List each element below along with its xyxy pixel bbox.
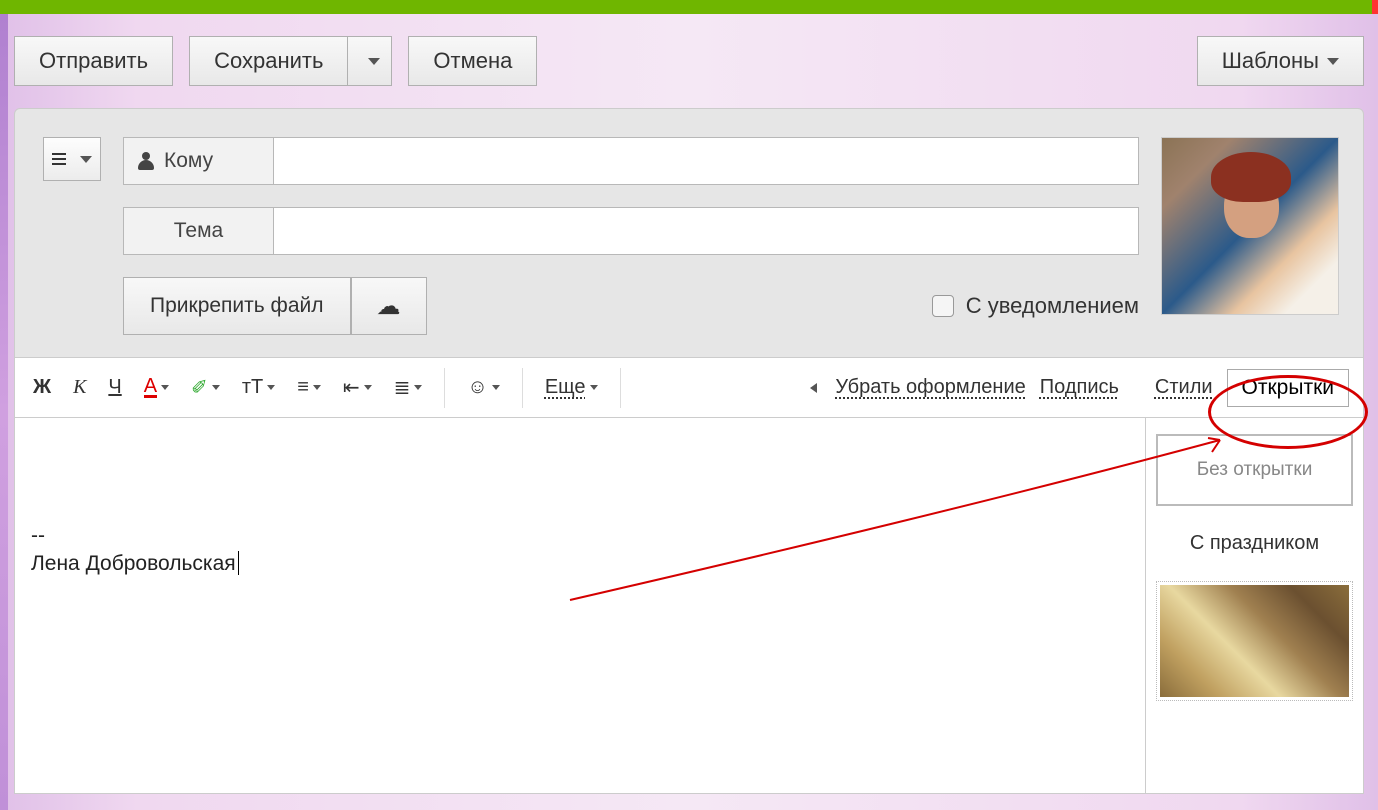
caret-down-icon	[492, 385, 500, 390]
attach-cloud-button[interactable]: ☁	[351, 277, 427, 335]
caret-down-icon	[368, 58, 380, 65]
compose-left-column	[43, 137, 101, 335]
toolbar-separator	[522, 368, 523, 408]
to-label[interactable]: Кому	[123, 137, 273, 185]
subject-label: Тема	[123, 207, 273, 255]
format-toolbar: Ж К Ч А ✐ тТ ≡ ⇤ ≣ ☺ Еще Убрать оформлен…	[14, 358, 1364, 418]
save-button-group: Сохранить	[189, 36, 392, 86]
postcard-panel: Без открытки С праздником	[1145, 418, 1363, 793]
postcard-category-label: С праздником	[1156, 524, 1353, 563]
send-button[interactable]: Отправить	[14, 36, 173, 86]
caret-down-icon	[212, 385, 220, 390]
bold-button[interactable]: Ж	[29, 372, 55, 403]
font-color-icon: А	[144, 377, 157, 398]
notify-wrap: С уведомлением	[932, 293, 1139, 319]
attach-row: Прикрепить файл ☁ С уведомлением	[123, 277, 1139, 335]
list-button[interactable]: ≣	[390, 371, 427, 404]
align-button[interactable]: ≡	[293, 372, 325, 403]
templates-label: Шаблоны	[1222, 48, 1319, 74]
sender-avatar[interactable]	[1161, 137, 1339, 315]
body-area: -- Лена Добровольская Без открытки С пра…	[14, 418, 1364, 794]
notify-label: С уведомлением	[966, 293, 1139, 319]
caret-down-icon	[1327, 58, 1339, 65]
to-label-text: Кому	[164, 149, 213, 173]
more-label: Еще	[545, 376, 586, 399]
text-cursor	[238, 551, 239, 575]
postcard-image	[1160, 585, 1349, 697]
caret-down-icon	[364, 385, 372, 390]
to-field-row: Кому	[123, 137, 1139, 185]
more-button[interactable]: Еще	[541, 372, 602, 403]
toolbar-separator	[620, 368, 621, 408]
caret-down-icon	[267, 385, 275, 390]
top-green-bar	[0, 0, 1378, 14]
underline-button[interactable]: Ч	[104, 372, 125, 403]
attach-button-group: Прикрепить файл ☁	[123, 277, 427, 335]
hamburger-icon	[52, 150, 66, 168]
caret-down-icon	[161, 385, 169, 390]
no-postcard-option[interactable]: Без открытки	[1156, 434, 1353, 506]
font-size-button[interactable]: тТ	[238, 372, 279, 403]
right-red-edge	[1372, 0, 1378, 14]
indent-button[interactable]: ⇤	[339, 371, 376, 404]
emoji-button[interactable]: ☺	[463, 372, 503, 403]
font-color-button[interactable]: А	[140, 373, 173, 402]
subject-field-row: Тема	[123, 207, 1139, 255]
templates-button[interactable]: Шаблоны	[1197, 36, 1364, 86]
signature-separator: --	[31, 522, 1129, 550]
caret-down-icon	[414, 385, 422, 390]
attach-file-button[interactable]: Прикрепить файл	[123, 277, 351, 335]
notify-checkbox[interactable]	[932, 295, 954, 317]
signature-link[interactable]: Подпись	[1040, 376, 1119, 399]
cancel-button[interactable]: Отмена	[408, 36, 537, 86]
person-icon	[138, 152, 154, 170]
highlight-button[interactable]: ✐	[187, 371, 224, 404]
to-input[interactable]	[273, 137, 1139, 185]
save-button[interactable]: Сохранить	[189, 36, 348, 86]
compose-fields: Кому Тема Прикрепить файл ☁ С уведомлени…	[123, 137, 1139, 335]
save-dropdown-button[interactable]	[348, 36, 392, 86]
italic-button[interactable]: К	[69, 372, 90, 403]
caret-down-icon	[590, 385, 598, 390]
subject-input[interactable]	[273, 207, 1139, 255]
collapse-left-icon[interactable]	[810, 383, 817, 393]
recipients-options-button[interactable]	[43, 137, 101, 181]
font-size-icon: тТ	[242, 376, 263, 399]
signature-text: Лена Добровольская	[31, 550, 1129, 578]
action-bar: Отправить Сохранить Отмена Шаблоны	[0, 14, 1378, 108]
cloud-icon: ☁	[377, 292, 401, 321]
remove-formatting-link[interactable]: Убрать оформление	[835, 376, 1025, 399]
postcard-thumbnail[interactable]	[1156, 581, 1353, 701]
postcards-button[interactable]: Открытки	[1227, 369, 1349, 407]
styles-link[interactable]: Стили	[1155, 376, 1213, 399]
compose-panel: Кому Тема Прикрепить файл ☁ С уведомлени…	[14, 108, 1364, 358]
left-purple-edge	[0, 14, 8, 810]
caret-down-icon	[313, 385, 321, 390]
caret-down-icon	[80, 156, 92, 163]
message-editor[interactable]: -- Лена Добровольская	[15, 418, 1145, 793]
toolbar-separator	[444, 368, 445, 408]
